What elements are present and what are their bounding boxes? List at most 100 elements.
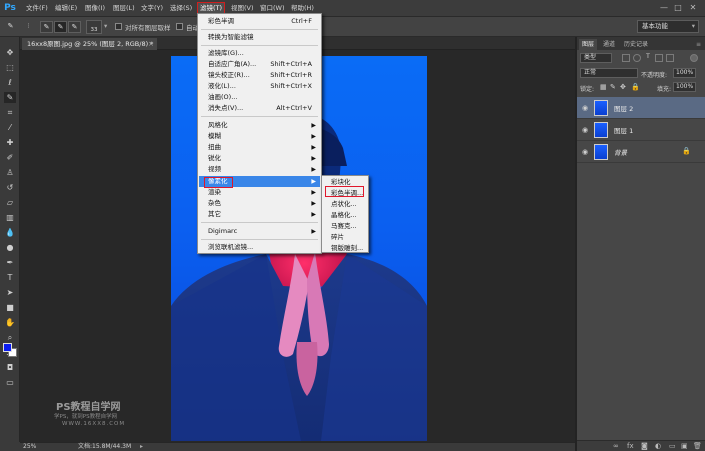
lasso-tool-icon[interactable]: ℓ bbox=[4, 77, 16, 88]
menu-item-last-filter[interactable]: 彩色半调 Ctrl+F bbox=[199, 16, 320, 27]
filter-toggle-icon[interactable] bbox=[690, 54, 698, 62]
menu-item-lens-correction[interactable]: 镜头校正(R)... Shift+Ctrl+R bbox=[199, 70, 320, 81]
crop-tool-icon[interactable]: ⌗ bbox=[4, 107, 16, 118]
workspace-select[interactable]: 基本功能 bbox=[637, 20, 699, 33]
visibility-eye-icon[interactable]: ◉ bbox=[582, 126, 588, 134]
fill-input[interactable]: 100% bbox=[673, 82, 696, 92]
menu-item-distort[interactable]: 扭曲 ▶ bbox=[199, 142, 320, 153]
adjustment-filter-icon[interactable] bbox=[633, 54, 641, 62]
submenu-item-pointillize[interactable]: 点状化... bbox=[323, 199, 367, 210]
quick-selection-tool-icon[interactable]: ✎ bbox=[4, 21, 17, 33]
menu-item-video[interactable]: 视频 ▶ bbox=[199, 164, 320, 175]
lock-all-icon[interactable]: 🔒 bbox=[631, 83, 640, 91]
smart-object-filter-icon[interactable] bbox=[666, 54, 674, 62]
menu-item-digimarc[interactable]: Digimarc ▶ bbox=[199, 226, 320, 237]
brush-tool-icon[interactable]: ✐ bbox=[4, 152, 16, 163]
move-tool-icon[interactable]: ✥ bbox=[4, 47, 16, 58]
maximize-button[interactable]: □ bbox=[673, 3, 683, 13]
menu-edit[interactable]: 编辑(E) bbox=[53, 3, 79, 14]
menu-item-stylize[interactable]: 风格化 ▶ bbox=[199, 120, 320, 131]
blur-tool-icon[interactable]: 💧 bbox=[4, 227, 16, 238]
tab-history[interactable]: 历史记录 bbox=[621, 39, 651, 50]
quick-mask-icon[interactable]: ◘ bbox=[4, 362, 16, 373]
menu-item-other[interactable]: 其它 ▶ bbox=[199, 209, 320, 220]
layer-row[interactable]: ◉ 图层 1 bbox=[577, 119, 705, 141]
history-brush-tool-icon[interactable]: ↺ bbox=[4, 182, 16, 193]
marquee-tool-icon[interactable]: ⬚ bbox=[4, 62, 16, 73]
submenu-item-mezzotint[interactable]: 铜版雕刻... bbox=[323, 243, 367, 254]
tab-layers[interactable]: 图层 bbox=[579, 39, 598, 50]
lock-position-icon[interactable]: ✥ bbox=[620, 83, 626, 91]
adjustment-layer-icon[interactable]: ◐ bbox=[655, 442, 661, 450]
submenu-item-mosaic[interactable]: 马赛克... bbox=[323, 221, 367, 232]
foreground-color-swatch[interactable] bbox=[3, 343, 12, 352]
menu-item-vanishing-point[interactable]: 消失点(V)... Alt+Ctrl+V bbox=[199, 103, 320, 114]
new-layer-icon[interactable]: ▣ bbox=[681, 442, 688, 450]
menu-file[interactable]: 文件(F) bbox=[24, 3, 50, 14]
menu-item-liquify[interactable]: 液化(L)... Shift+Ctrl+X bbox=[199, 81, 320, 92]
brush-dropdown-icon[interactable]: ▾ bbox=[104, 22, 107, 30]
lock-pixels-icon[interactable]: ✎ bbox=[610, 83, 616, 91]
document-size[interactable]: 文档:15.8M/44.3M bbox=[78, 443, 131, 451]
menu-item-blur[interactable]: 模糊 ▶ bbox=[199, 131, 320, 142]
new-selection-icon[interactable]: ✎ bbox=[40, 21, 53, 33]
gradient-tool-icon[interactable]: ▥ bbox=[4, 212, 16, 223]
lock-transparency-icon[interactable]: ▦ bbox=[600, 83, 607, 91]
layer-row[interactable]: ◉ 背景 🔒 bbox=[577, 141, 705, 163]
menu-item-render[interactable]: 渲染 ▶ bbox=[199, 187, 320, 198]
new-group-icon[interactable]: ▭ bbox=[669, 442, 676, 450]
menu-item-convert-smart-filter[interactable]: 转换为智能滤镜 bbox=[199, 32, 320, 43]
menu-item-browse-online-filters[interactable]: 浏览联机滤镜... bbox=[199, 242, 320, 253]
visibility-eye-icon[interactable]: ◉ bbox=[582, 104, 588, 112]
menu-item-adaptive-wide-angle[interactable]: 自适应广角(A)... Shift+Ctrl+A bbox=[199, 59, 320, 70]
submenu-item-crystallize[interactable]: 晶格化... bbox=[323, 210, 367, 221]
visibility-eye-icon[interactable]: ◉ bbox=[582, 148, 588, 156]
zoom-level[interactable]: 25% bbox=[23, 443, 36, 451]
healing-brush-tool-icon[interactable]: ✚ bbox=[4, 137, 16, 148]
pen-tool-icon[interactable]: ✒ bbox=[4, 257, 16, 268]
subtract-selection-icon[interactable]: ✎ bbox=[68, 21, 81, 33]
zoom-tool-icon[interactable]: ⌕ bbox=[4, 332, 16, 343]
tab-channels[interactable]: 通道 bbox=[600, 39, 618, 50]
menu-item-oil-paint[interactable]: 油画(O)... bbox=[199, 92, 320, 103]
layer-kind-filter[interactable]: 类型 bbox=[580, 53, 612, 63]
sample-all-layers-checkbox[interactable] bbox=[115, 23, 122, 30]
menu-type[interactable]: 文字(Y) bbox=[139, 3, 165, 14]
menu-layer[interactable]: 图层(L) bbox=[111, 3, 137, 14]
type-tool-icon[interactable]: T bbox=[4, 272, 16, 283]
close-button[interactable]: ✕ bbox=[688, 3, 698, 13]
rectangle-tool-icon[interactable]: ■ bbox=[4, 302, 16, 313]
clone-stamp-tool-icon[interactable]: ♙ bbox=[4, 167, 16, 178]
document-tab[interactable]: 16xx8原图.jpg @ 25% (图层 2, RGB/8) * × bbox=[22, 38, 157, 50]
opacity-input[interactable]: 100% bbox=[673, 68, 696, 78]
submenu-item-fragment[interactable]: 碎片 bbox=[323, 232, 367, 243]
menu-image[interactable]: 图像(I) bbox=[83, 3, 107, 14]
add-to-selection-icon[interactable]: ✎ bbox=[54, 21, 67, 33]
layer-style-icon[interactable]: fx bbox=[627, 442, 634, 450]
layer-row[interactable]: ◉ 图层 2 bbox=[577, 97, 705, 119]
auto-enhance-checkbox[interactable] bbox=[176, 23, 183, 30]
screen-mode-icon[interactable]: ▭ bbox=[4, 377, 16, 388]
quick-selection-tool-icon[interactable]: ✎ bbox=[4, 92, 16, 103]
pixel-filter-icon[interactable] bbox=[622, 54, 630, 62]
link-layers-icon[interactable]: ∞ bbox=[613, 442, 619, 450]
minimize-button[interactable]: — bbox=[659, 3, 669, 13]
menu-item-filter-gallery[interactable]: 滤镜库(G)... bbox=[199, 48, 320, 59]
path-selection-tool-icon[interactable]: ➤ bbox=[4, 287, 16, 298]
add-mask-icon[interactable]: ◙ bbox=[641, 442, 648, 450]
eyedropper-tool-icon[interactable]: ⁄ bbox=[4, 122, 16, 133]
eraser-tool-icon[interactable]: ▱ bbox=[4, 197, 16, 208]
menu-select[interactable]: 选择(S) bbox=[168, 3, 194, 14]
panel-menu-icon[interactable]: ≡ bbox=[693, 39, 704, 50]
shape-filter-icon[interactable] bbox=[655, 54, 663, 62]
menu-item-sharpen[interactable]: 锐化 ▶ bbox=[199, 153, 320, 164]
menu-item-noise[interactable]: 杂色 ▶ bbox=[199, 198, 320, 209]
document-close-icon[interactable]: × bbox=[148, 38, 154, 50]
hand-tool-icon[interactable]: ✋ bbox=[4, 317, 16, 328]
dodge-tool-icon[interactable]: ● bbox=[4, 242, 16, 253]
trash-icon[interactable]: 🗑 bbox=[693, 442, 702, 450]
blend-mode-select[interactable]: 正常 bbox=[580, 68, 638, 78]
brush-size-picker[interactable]: 33 bbox=[86, 20, 102, 34]
status-arrow-icon[interactable]: ▸ bbox=[140, 443, 143, 451]
type-filter-icon[interactable]: T bbox=[644, 54, 652, 62]
